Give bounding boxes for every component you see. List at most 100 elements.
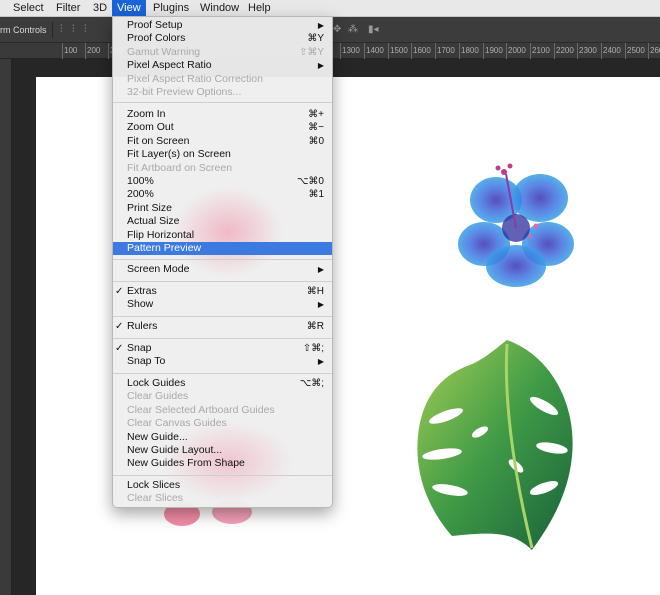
ruler-label: 2500 [627, 46, 645, 55]
menu-item-shortcut: ⌘H [306, 286, 324, 297]
ruler-tick [625, 43, 626, 59]
menu-item-shortcut: ⌘− [308, 122, 324, 134]
menu-select[interactable]: Select [8, 0, 49, 17]
checkmark-icon: ✓ [115, 286, 124, 297]
menu-item-new-guides-from-shape[interactable]: New Guides From Shape [113, 457, 332, 470]
menu-item-actual-size[interactable]: Actual Size [113, 215, 332, 228]
menu-item-shortcut: ⌥⌘; [299, 378, 324, 389]
menu-separator [113, 280, 332, 282]
ruler-tick [459, 43, 460, 59]
ruler-label: 2200 [556, 46, 574, 55]
menu-item-label: Fit on Screen [127, 134, 190, 147]
menu-item-label: Pixel Aspect Ratio Correction [127, 72, 263, 85]
ruler-tick [108, 43, 109, 59]
menu-item-new-guide-layout[interactable]: New Guide Layout... [113, 444, 332, 457]
ruler-tick [554, 43, 555, 59]
menu-item-fit-artboard-on-screen: Fit Artboard on Screen [113, 162, 332, 175]
menu-item-label: Lock Slices [127, 479, 181, 491]
menu-separator [113, 258, 332, 260]
menu-item-label: Show [127, 298, 154, 311]
menu-item-label: Extras [127, 285, 157, 297]
menu-item-label: Print Size [127, 201, 172, 214]
ruler-tick [577, 43, 578, 59]
monstera-leaf-artwork [417, 340, 573, 550]
menu-item-label: Clear Slices [127, 492, 184, 505]
submenu-arrow-icon: ▶ [317, 357, 324, 367]
ruler-label: 1300 [342, 46, 360, 55]
menu-item-32bit-preview-options: 32-bit Preview Options... [113, 86, 332, 99]
menu-item-snap[interactable]: ✓ Snap ⇧⌘; [113, 342, 332, 355]
menu-item-fit-on-screen[interactable]: Fit on Screen ⌘0 [113, 135, 332, 148]
ruler-label: 1400 [366, 46, 384, 55]
menu-item-label: Clear Guides [127, 390, 189, 403]
submenu-arrow-icon: ▶ [317, 265, 324, 274]
submenu-arrow-icon: ▶ [317, 300, 324, 310]
menu-item-rulers[interactable]: ✓ Rulers ⌘R [113, 320, 332, 333]
view-menu-dropdown: Proof Setup ▶ Proof Colors ⌘Y Gamut Warnin… [112, 16, 333, 508]
menu-item-lock-slices[interactable]: Lock Slices [113, 479, 332, 492]
menu-item-pattern-preview[interactable]: Pattern Preview [113, 242, 332, 256]
menu-item-label: New Guides From Shape [127, 457, 245, 470]
menu-item-new-guide[interactable]: New Guide... [113, 431, 332, 444]
menu-plugins[interactable]: Plugins [148, 0, 194, 17]
menu-item-zoom-out[interactable]: Zoom Out ⌘− [113, 121, 332, 134]
ruler-label: 2000 [508, 46, 526, 55]
menu-item-label: New Guide Layout... [127, 444, 223, 456]
menu-item-flip-horizontal[interactable]: Flip Horizontal [113, 229, 332, 242]
menu-item-clear-selected-artboard-guides: Clear Selected Artboard Guides [113, 404, 332, 417]
ruler-tick [340, 43, 341, 59]
menu-view[interactable]: View [112, 0, 146, 17]
align-left-icon[interactable]: ⫶ [60, 24, 63, 36]
move-icon[interactable]: ✥ [333, 24, 341, 36]
menu-item-screen-mode[interactable]: Screen Mode ▶ [113, 263, 332, 276]
menu-item-pixel-aspect-ratio-correction: Pixel Aspect Ratio Correction [113, 73, 332, 86]
menu-item-clear-guides: Clear Guides [113, 390, 332, 403]
menu-separator [113, 102, 332, 103]
menu-separator [113, 315, 332, 317]
menu-window[interactable]: Window [195, 0, 244, 17]
menu-item-label: Pattern Preview [127, 242, 202, 254]
transform-controls-label[interactable]: rm Controls [0, 17, 47, 43]
ruler-tick [648, 43, 649, 59]
submenu-arrow-icon: ▶ [317, 61, 324, 71]
menu-item-zoom-in[interactable]: Zoom In ⌘+ [113, 108, 332, 121]
ruler-label: 1700 [437, 46, 455, 55]
menu-item-fit-layers-on-screen[interactable]: Fit Layer(s) on Screen [113, 148, 332, 161]
menu-item-proof-setup[interactable]: Proof Setup ▶ [113, 19, 332, 32]
menu-item-label: Snap To [127, 355, 166, 368]
menu-item-200-percent[interactable]: 200% ⌘1 [113, 188, 332, 201]
camera-icon[interactable]: ▮◂ [368, 24, 379, 36]
ruler-label: 2600 [650, 46, 660, 55]
ruler-tick [601, 43, 602, 59]
menu-item-proof-colors[interactable]: Proof Colors ⌘Y [113, 32, 332, 45]
menu-item-lock-guides[interactable]: Lock Guides ⌥⌘; [113, 377, 332, 390]
ruler-tick [411, 43, 412, 59]
menu-item-label: Clear Canvas Guides [127, 417, 227, 430]
menu-item-print-size[interactable]: Print Size [113, 202, 332, 215]
menu-3d[interactable]: 3D [88, 0, 112, 17]
checkmark-icon: ✓ [115, 321, 124, 332]
ruler-label: 1500 [390, 46, 408, 55]
menu-item-clear-slices: Clear Slices [113, 492, 332, 505]
menu-item-label: Screen Mode [127, 263, 190, 275]
submenu-arrow-icon: ▶ [317, 21, 324, 30]
menu-separator [113, 372, 332, 374]
align-center-icon[interactable]: ⫶ [72, 24, 75, 36]
ruler-label: 1900 [485, 46, 503, 55]
menu-help[interactable]: Help [243, 0, 276, 17]
menu-item-label: 100% [127, 175, 154, 187]
menu-item-shortcut: ⇧⌘; [302, 343, 324, 354]
menu-item-label: Fit Layer(s) on Screen [127, 148, 231, 161]
options-separator [52, 22, 53, 38]
menu-item-pixel-aspect-ratio[interactable]: Pixel Aspect Ratio ▶ [113, 59, 332, 72]
orbit-icon[interactable]: ⁂ [348, 24, 358, 36]
menu-item-label: Clear Selected Artboard Guides [127, 403, 275, 416]
menu-item-shortcut: ⌘+ [308, 109, 324, 120]
menu-item-snap-to[interactable]: Snap To ▶ [113, 355, 332, 368]
menu-item-extras[interactable]: ✓ Extras ⌘H [113, 285, 332, 298]
menu-item-label: Flip Horizontal [127, 228, 195, 241]
menu-item-show[interactable]: Show ▶ [113, 298, 332, 311]
align-right-icon[interactable]: ⫶ [84, 24, 87, 36]
menu-item-100-percent[interactable]: 100% ⌥⌘0 [113, 175, 332, 188]
menu-filter[interactable]: Filter [51, 0, 85, 17]
